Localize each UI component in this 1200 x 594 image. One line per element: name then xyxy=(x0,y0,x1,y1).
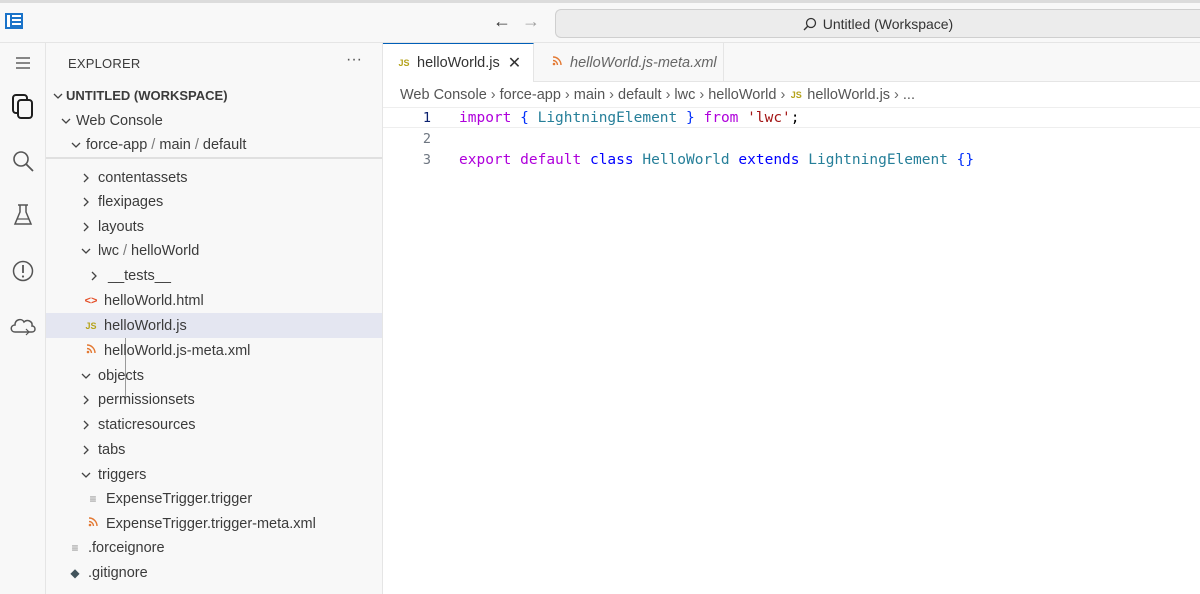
chevron-down-icon xyxy=(58,114,74,128)
chevron-right-icon xyxy=(78,443,94,457)
org-browser-icon[interactable] xyxy=(0,305,46,345)
tab-helloworld-js[interactable]: JS helloWorld.js ✕ xyxy=(383,43,534,82)
path-part: main xyxy=(159,136,191,153)
chevron-right-icon xyxy=(78,195,94,209)
chevron-right-icon xyxy=(78,171,94,185)
tree-file[interactable]: ExpenseTrigger.trigger-meta.xml xyxy=(46,511,382,536)
chevron-right-icon xyxy=(78,220,94,234)
explorer-sidebar: EXPLORER ··· UNTITLED (WORKSPACE) Web Co… xyxy=(46,43,383,594)
editor-tabs: JS helloWorld.js ✕ helloWorld.js-meta.xm… xyxy=(383,43,1200,82)
tree-file[interactable]: helloWorld.js-meta.xml xyxy=(46,338,382,363)
text-file-icon: ≡ xyxy=(71,540,79,555)
tree-file[interactable]: ≡ .forceignore xyxy=(46,535,382,560)
chevron-right-icon: › xyxy=(894,87,899,103)
chevron-down-icon xyxy=(78,369,94,383)
js-file-icon: JS xyxy=(790,90,802,100)
path-part: default xyxy=(202,136,247,153)
rss-xml-file-icon xyxy=(550,56,564,69)
search-activity-icon[interactable] xyxy=(0,141,46,181)
tab-label: helloWorld.js-meta.xml xyxy=(570,54,717,71)
tree-file[interactable]: ≡ ExpenseTrigger.trigger xyxy=(46,486,382,511)
breadcrumb-item[interactable]: Web Console xyxy=(400,87,487,103)
js-file-icon: JS xyxy=(85,320,97,331)
tree-file[interactable]: <> helloWorld.html xyxy=(46,288,382,313)
tab-helloworld-meta-xml[interactable]: helloWorld.js-meta.xml xyxy=(534,43,724,82)
folder-web-console[interactable]: Web Console xyxy=(46,108,382,133)
line-number: 3 xyxy=(422,151,431,168)
tree-folder[interactable]: flexipages xyxy=(46,189,382,214)
testing-icon[interactable] xyxy=(0,195,46,235)
breadcrumb-item[interactable]: force-app xyxy=(500,87,561,103)
tab-label: helloWorld.js xyxy=(417,55,500,71)
folder-label: Web Console xyxy=(76,112,163,129)
chevron-down-icon xyxy=(50,89,66,103)
workspace-title: Untitled (Workspace) xyxy=(822,15,954,32)
code-line[interactable]: 2 xyxy=(383,128,1200,149)
text-file-icon: ≡ xyxy=(89,491,97,506)
chevron-down-icon xyxy=(68,138,84,152)
close-icon[interactable]: ✕ xyxy=(508,53,521,73)
chevron-right-icon: › xyxy=(609,87,615,103)
tree-folder[interactable]: objects xyxy=(46,363,382,388)
tree-folder[interactable]: layouts xyxy=(46,214,382,239)
forward-arrow-icon[interactable]: → xyxy=(522,11,540,32)
folder-force-app-path[interactable]: force-app / main / default xyxy=(46,132,382,157)
tree-file[interactable]: ◆ .gitignore xyxy=(46,560,382,585)
tree-folder-lwc[interactable]: lwc / helloWorld xyxy=(46,238,382,263)
code-text: import { LightningElement } from 'lwc'; xyxy=(459,109,800,126)
tree-folder[interactable]: tabs xyxy=(46,437,382,462)
explorer-icon[interactable] xyxy=(0,87,46,127)
problems-icon[interactable] xyxy=(0,251,46,291)
breadcrumb-ellipsis[interactable]: ... xyxy=(903,87,915,103)
activity-bar xyxy=(0,43,46,594)
breadcrumb: Web Console › force-app › main › default… xyxy=(400,84,915,106)
chevron-right-icon xyxy=(86,269,102,283)
tree-folder[interactable]: triggers xyxy=(46,462,382,487)
chevron-down-icon xyxy=(78,468,94,482)
js-file-icon: JS xyxy=(398,58,410,68)
code-line[interactable]: 1 import { LightningElement } from 'lwc'… xyxy=(383,107,1200,128)
chevron-right-icon: › xyxy=(699,87,705,103)
chevron-right-icon xyxy=(78,393,94,407)
chevron-right-icon: › xyxy=(780,87,786,103)
code-line[interactable]: 3 export default class HelloWorld extend… xyxy=(383,149,1200,170)
sticky-scroll-shadow xyxy=(46,157,382,159)
app-logo-icon xyxy=(5,13,23,29)
path-part: force-app xyxy=(86,136,148,153)
code-editor[interactable]: 1 import { LightningElement } from 'lwc'… xyxy=(383,106,1200,594)
tree-folder[interactable]: staticresources xyxy=(46,412,382,437)
rss-xml-file-icon xyxy=(86,517,100,530)
title-bar: ← → Untitled (Workspace) xyxy=(0,0,1200,43)
chevron-down-icon xyxy=(78,244,94,258)
workspace-root[interactable]: UNTITLED (WORKSPACE) xyxy=(46,83,382,108)
chevron-right-icon: › xyxy=(490,87,496,103)
breadcrumb-item[interactable]: helloWorld xyxy=(708,87,776,103)
tree-folder[interactable]: contentassets xyxy=(46,165,382,190)
workspace-label: UNTITLED (WORKSPACE) xyxy=(66,88,228,103)
breadcrumb-item[interactable]: main xyxy=(574,87,605,103)
breadcrumb-item[interactable]: lwc xyxy=(674,87,695,103)
breadcrumb-file[interactable]: helloWorld.js xyxy=(807,87,890,103)
html-file-icon: <> xyxy=(84,294,98,307)
explorer-header: EXPLORER xyxy=(68,56,141,71)
line-number: 1 xyxy=(422,109,431,126)
breadcrumb-item[interactable]: default xyxy=(618,87,662,103)
tree-file-selected[interactable]: JS helloWorld.js xyxy=(46,313,382,338)
back-arrow-icon[interactable]: ← xyxy=(493,11,511,32)
tree-folder[interactable]: __tests__ xyxy=(46,263,382,288)
command-center-search[interactable]: Untitled (Workspace) xyxy=(555,9,1200,38)
git-file-icon: ◆ xyxy=(70,565,80,580)
rss-xml-file-icon xyxy=(84,344,98,357)
tree-folder[interactable]: permissionsets xyxy=(46,387,382,412)
search-icon xyxy=(803,17,816,30)
chevron-right-icon xyxy=(78,418,94,432)
line-number: 2 xyxy=(422,130,431,147)
chevron-right-icon: › xyxy=(665,87,671,103)
menu-icon[interactable] xyxy=(0,43,46,83)
code-text: export default class HelloWorld extends … xyxy=(459,151,975,168)
chevron-right-icon: › xyxy=(564,87,570,103)
more-actions-icon[interactable]: ··· xyxy=(346,51,362,69)
